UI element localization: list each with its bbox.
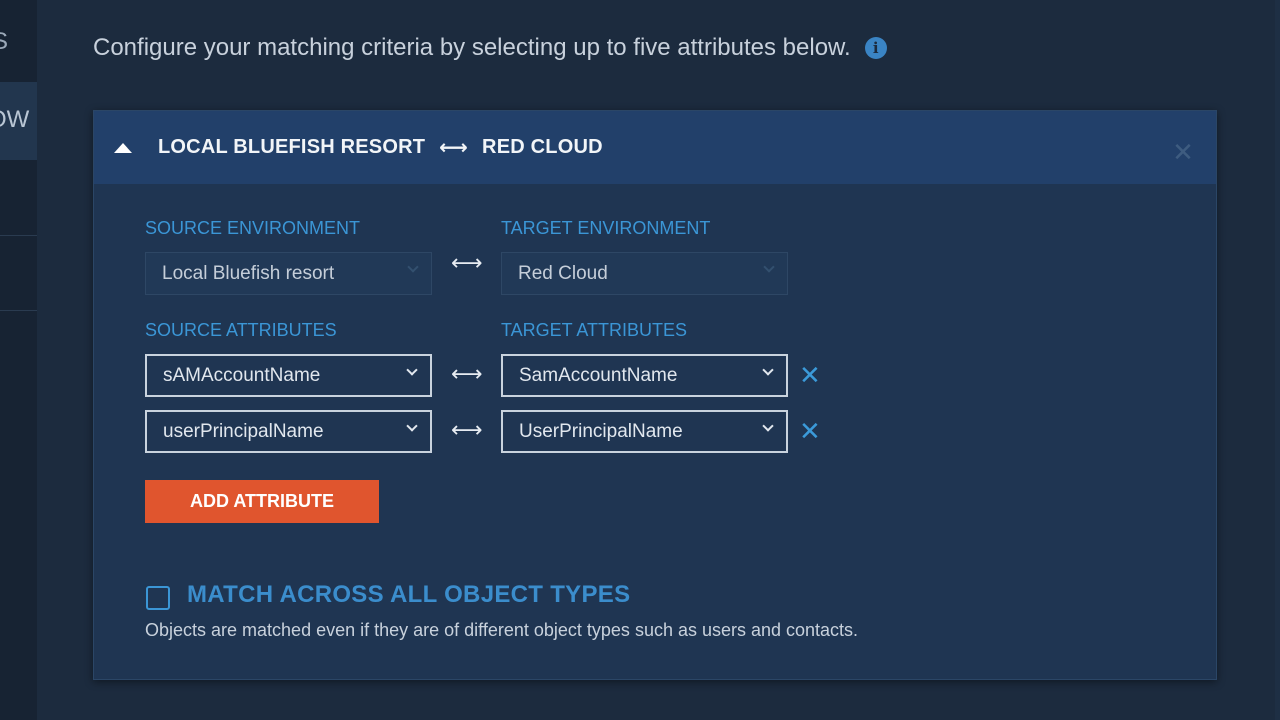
source-attribute-select-1[interactable]: sAMAccountName bbox=[145, 354, 432, 397]
add-attribute-button[interactable]: ADD ATTRIBUTE bbox=[145, 480, 379, 523]
target-attribute-value: SamAccountName bbox=[519, 364, 678, 386]
chevron-down-icon bbox=[762, 420, 774, 432]
bidirectional-arrow-icon: ⟷ bbox=[451, 417, 483, 442]
chevron-down-icon bbox=[406, 364, 418, 376]
target-attribute-select-1[interactable]: SamAccountName bbox=[501, 354, 788, 397]
panel-title-source: LOCAL BLUEFISH RESORT bbox=[158, 136, 426, 158]
left-nav: S OW bbox=[0, 0, 37, 720]
panel-header[interactable]: LOCAL BLUEFISH RESORT ⟷ RED CLOUD ✕ bbox=[94, 111, 1216, 184]
match-all-description: Objects are matched even if they are of … bbox=[145, 620, 859, 640]
close-icon[interactable]: ✕ bbox=[1172, 139, 1194, 165]
match-all-checkbox[interactable] bbox=[146, 586, 170, 610]
matching-panel: LOCAL BLUEFISH RESORT ⟷ RED CLOUD ✕ SOUR… bbox=[93, 110, 1217, 680]
nav-divider bbox=[0, 310, 37, 311]
chevron-down-icon bbox=[407, 261, 419, 273]
nav-divider bbox=[0, 235, 37, 236]
remove-row-icon[interactable]: ✕ bbox=[799, 418, 821, 444]
source-environment-select: Local Bluefish resort bbox=[145, 252, 432, 295]
bidirectional-arrow-icon: ⟷ bbox=[439, 137, 469, 159]
target-attribute-value: UserPrincipalName bbox=[519, 420, 683, 442]
intro: Configure your matching criteria by sele… bbox=[93, 34, 887, 62]
collapse-icon[interactable] bbox=[114, 142, 132, 153]
info-icon[interactable]: i bbox=[864, 37, 887, 59]
bidirectional-arrow-icon: ⟷ bbox=[451, 250, 483, 275]
chevron-down-icon bbox=[762, 364, 774, 376]
chevron-down-icon bbox=[763, 261, 775, 273]
chevron-down-icon bbox=[406, 420, 418, 432]
target-attributes-label: TARGET ATTRIBUTES bbox=[501, 320, 688, 340]
source-attribute-select-2[interactable]: userPrincipalName bbox=[145, 410, 432, 453]
target-environment-select: Red Cloud bbox=[501, 252, 788, 295]
source-attribute-value: sAMAccountName bbox=[163, 364, 321, 386]
panel-title: LOCAL BLUEFISH RESORT ⟷ RED CLOUD bbox=[158, 135, 603, 160]
right-edge bbox=[1275, 0, 1280, 720]
source-attributes-label: SOURCE ATTRIBUTES bbox=[145, 320, 337, 340]
match-all-label[interactable]: MATCH ACROSS ALL OBJECT TYPES bbox=[187, 581, 630, 609]
panel-title-target: RED CLOUD bbox=[482, 136, 603, 158]
source-attribute-value: userPrincipalName bbox=[163, 420, 324, 442]
target-attribute-select-2[interactable]: UserPrincipalName bbox=[501, 410, 788, 453]
nav-item-1[interactable]: S bbox=[0, 28, 37, 58]
target-environment-label: TARGET ENVIRONMENT bbox=[501, 218, 711, 238]
bidirectional-arrow-icon: ⟷ bbox=[451, 361, 483, 386]
target-environment-value: Red Cloud bbox=[518, 262, 608, 284]
source-environment-value: Local Bluefish resort bbox=[162, 262, 335, 284]
nav-item-2-active[interactable]: OW bbox=[0, 82, 37, 160]
source-environment-label: SOURCE ENVIRONMENT bbox=[145, 218, 361, 238]
remove-row-icon[interactable]: ✕ bbox=[799, 362, 821, 388]
intro-text: Configure your matching criteria by sele… bbox=[93, 34, 851, 61]
